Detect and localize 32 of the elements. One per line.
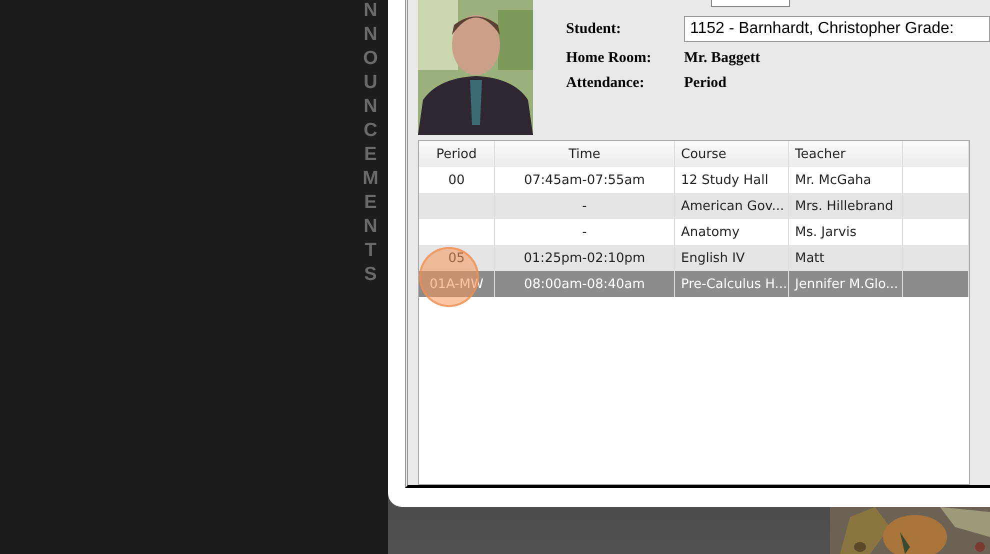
field-value: Period xyxy=(684,75,726,92)
column-header[interactable]: Period xyxy=(419,141,495,167)
table-cell: American Gov... xyxy=(681,198,784,214)
table-cell: Mr. McGaha xyxy=(795,172,872,188)
field-label: Student: xyxy=(566,20,622,38)
table-cell: Pre-Calculus H... xyxy=(681,276,788,292)
table-cell: English IV xyxy=(681,250,745,266)
field-label: Home Room: xyxy=(566,50,652,67)
schedule-row[interactable]: 05 01:25pm-02:10pm English IV Matt xyxy=(419,245,969,271)
table-cell: Jennifer M.Glo... xyxy=(795,276,898,292)
field-label: Attendance: xyxy=(566,75,646,92)
table-cell: Anatomy xyxy=(681,224,740,240)
column-header[interactable]: Course xyxy=(675,141,789,167)
date-field[interactable] xyxy=(711,0,790,7)
student-select[interactable]: 1152 - Barnhardt, Christopher Grade: xyxy=(684,16,990,42)
table-cell: Ms. Jarvis xyxy=(795,224,856,240)
table-cell: Matt xyxy=(795,250,824,266)
table-cell: 01A-MW xyxy=(430,276,484,292)
column-header[interactable]: Time xyxy=(495,141,675,167)
table-cell: 07:45am-07:55am xyxy=(524,172,645,188)
table-cell: - xyxy=(582,198,587,214)
field-value: Mr. Baggett xyxy=(684,50,760,67)
announcements-title: NNOUNCEMENTS xyxy=(362,0,380,287)
table-cell: - xyxy=(582,224,587,240)
table-cell: 08:00am-08:40am xyxy=(524,276,645,292)
table-cell: 00 xyxy=(448,172,465,188)
table-cell: Mrs. Hillebrand xyxy=(795,198,894,214)
schedule-row[interactable]: - American Gov... Mrs. Hillebrand xyxy=(419,193,969,219)
column-header[interactable]: Teacher xyxy=(789,141,903,167)
table-cell: 05 xyxy=(448,250,465,266)
table-cell: 12 Study Hall xyxy=(681,172,768,188)
table-cell: 01:25pm-02:10pm xyxy=(524,250,646,266)
